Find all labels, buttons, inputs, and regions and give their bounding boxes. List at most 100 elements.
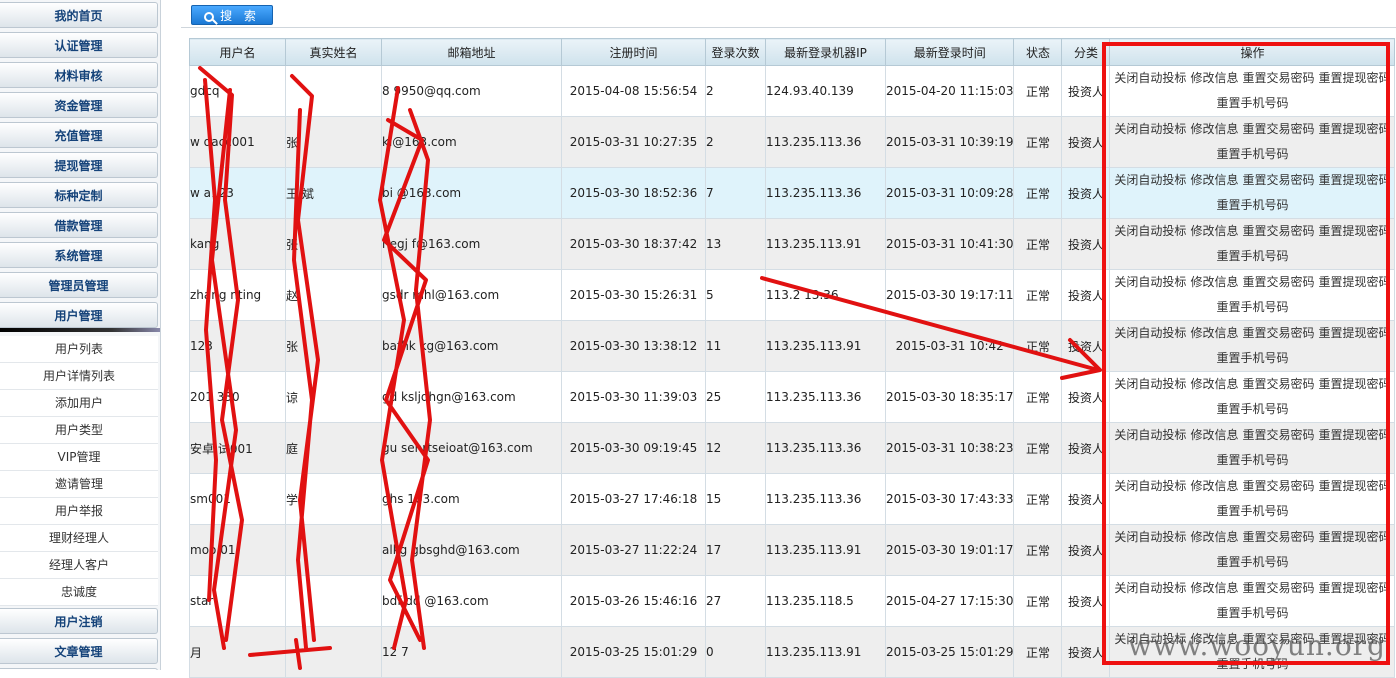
operation-link[interactable]: 修改信息 — [1190, 326, 1238, 340]
sidebar-menu-item[interactable]: 文章管理 — [0, 638, 158, 664]
operation-link[interactable]: 关闭自动投标 — [1114, 326, 1186, 340]
operation-link[interactable]: 关闭自动投标 — [1114, 122, 1186, 136]
operation-link[interactable]: 重置手机号码 — [1216, 147, 1288, 161]
operation-link[interactable]: 重置手机号码 — [1216, 249, 1288, 263]
table-row[interactable]: w dacc001 张 kl@163.com 2015-03-31 10:27:35… — [189, 116, 1396, 168]
operation-link[interactable]: 重置提现密码 — [1318, 71, 1390, 85]
sidebar-menu-item[interactable]: 材料审核 — [0, 62, 158, 88]
cell-last-login-time: 2015-04-27 17:15:30 — [884, 575, 1015, 627]
operation-link[interactable]: 修改信息 — [1190, 122, 1238, 136]
operation-link[interactable]: 修改信息 — [1190, 530, 1238, 544]
operation-link[interactable]: 重置交易密码 — [1242, 428, 1314, 442]
operation-link[interactable]: 重置交易密码 — [1242, 326, 1314, 340]
sidebar-submenu-item[interactable]: 经理人客户 — [0, 552, 158, 579]
sidebar-menu-item[interactable]: 标种定制 — [0, 182, 158, 208]
cell-email: alkg gbsghd@163.com — [381, 524, 562, 576]
operation-link[interactable]: 重置交易密码 — [1242, 224, 1314, 238]
operation-link[interactable]: 重置交易密码 — [1242, 173, 1314, 187]
sidebar-menu-item[interactable]: 用户管理 — [0, 302, 158, 328]
operation-link[interactable]: 关闭自动投标 — [1114, 479, 1186, 493]
operation-link[interactable]: 重置手机号码 — [1216, 453, 1288, 467]
sidebar-submenu-item[interactable]: 邀请管理 — [0, 471, 158, 498]
search-button[interactable]: 搜 索 — [191, 5, 273, 25]
sidebar-menu-item[interactable]: 系统管理 — [0, 242, 158, 268]
operation-link[interactable]: 重置提现密码 — [1318, 122, 1390, 136]
table-row[interactable]: gdcq 8 9950@qq.com 2015-04-08 15:56:54 2 124… — [189, 65, 1396, 117]
operation-link[interactable]: 重置提现密码 — [1318, 479, 1390, 493]
sidebar-submenu-item[interactable]: 用户举报 — [0, 498, 158, 525]
operation-link[interactable]: 重置交易密码 — [1242, 71, 1314, 85]
sidebar-submenu-item[interactable]: VIP管理 — [0, 444, 158, 471]
table-row[interactable]: 123 张 bafhk kg@163.com 2015-03-30 13:38:12 1… — [189, 320, 1396, 372]
sidebar-submenu-item[interactable]: 忠诚度 — [0, 579, 158, 606]
operation-link[interactable]: 修改信息 — [1190, 71, 1238, 85]
operation-link[interactable]: 修改信息 — [1190, 275, 1238, 289]
operation-link[interactable]: 重置手机号码 — [1216, 555, 1288, 569]
operation-link[interactable]: 修改信息 — [1190, 224, 1238, 238]
sidebar-menu-item[interactable]: 我的首页 — [0, 2, 158, 28]
cell-last-login-ip: 113.235.113.36 — [765, 422, 886, 474]
table-row[interactable]: zhang nting 赵 gsdr mhl@163.com 2015-03-30 1… — [189, 269, 1396, 321]
operation-link[interactable]: 重置手机号码 — [1216, 402, 1288, 416]
operation-link[interactable]: 关闭自动投标 — [1114, 224, 1186, 238]
sidebar-menu-item[interactable]: 管理员管理 — [0, 272, 158, 298]
sidebar-submenu-item[interactable]: 用户列表 — [0, 336, 158, 363]
operation-link[interactable]: 重置交易密码 — [1242, 122, 1314, 136]
operation-link[interactable]: 重置交易密码 — [1242, 581, 1314, 595]
operation-link[interactable]: 修改信息 — [1190, 173, 1238, 187]
operation-link[interactable]: 关闭自动投标 — [1114, 173, 1186, 187]
operation-link[interactable]: 重置交易密码 — [1242, 479, 1314, 493]
cell-realname: 谅 — [285, 371, 382, 423]
operation-link[interactable]: 修改信息 — [1190, 581, 1238, 595]
sidebar-menu-item[interactable]: 充值管理 — [0, 122, 158, 148]
operation-link[interactable]: 重置提现密码 — [1318, 224, 1390, 238]
operation-link[interactable]: 重置提现密码 — [1318, 173, 1390, 187]
operation-link[interactable]: 重置提现密码 — [1318, 326, 1390, 340]
table-row[interactable]: sm001 学 ghs 163.com 2015-03-27 17:46:18 15 11… — [189, 473, 1396, 525]
table-row[interactable]: moo 01 alkg gbsghd@163.com 2015-03-27 11:2… — [189, 524, 1396, 576]
table-row[interactable]: w a123 王 斌 bi @163.com 2015-03-30 18:52:36 7… — [189, 167, 1396, 219]
cell-login-count: 17 — [705, 524, 766, 576]
operation-link[interactable]: 重置提现密码 — [1318, 581, 1390, 595]
operation-link[interactable]: 关闭自动投标 — [1114, 530, 1186, 544]
cell-status: 正常 — [1013, 524, 1063, 576]
operation-link[interactable]: 修改信息 — [1190, 377, 1238, 391]
sidebar-menu-item[interactable]: 借款管理 — [0, 212, 158, 238]
operation-link[interactable]: 重置手机号码 — [1216, 96, 1288, 110]
sidebar-menu-item[interactable]: 用户注销 — [0, 608, 158, 634]
operation-link[interactable]: 关闭自动投标 — [1114, 275, 1186, 289]
operation-link[interactable]: 重置提现密码 — [1318, 377, 1390, 391]
table-row[interactable]: 安卓 试001 庭 gu sehrtseioat@163.com 2015-03-30… — [189, 422, 1396, 474]
operation-link[interactable]: 重置手机号码 — [1216, 300, 1288, 314]
table-row[interactable]: kang 张 negj f@163.com 2015-03-30 18:37:42 13… — [189, 218, 1396, 270]
operation-link[interactable]: 重置手机号码 — [1216, 198, 1288, 212]
cell-operations: 关闭自动投标 修改信息 重置交易密码 重置提现密码重置手机号码 — [1109, 524, 1396, 576]
table-row[interactable]: star bdf dd @163.com 2015-03-26 15:46:16 27… — [189, 575, 1396, 627]
cell-email: gu sehrtseioat@163.com — [381, 422, 562, 474]
sidebar-submenu-item[interactable]: 用户详情列表 — [0, 363, 158, 390]
operation-link[interactable]: 重置手机号码 — [1216, 606, 1288, 620]
sidebar-menu-item[interactable]: 认证管理 — [0, 32, 158, 58]
operation-link[interactable]: 关闭自动投标 — [1114, 428, 1186, 442]
operation-link[interactable]: 修改信息 — [1190, 428, 1238, 442]
operation-link[interactable]: 重置提现密码 — [1318, 428, 1390, 442]
sidebar-menu-item[interactable]: 资金管理 — [0, 92, 158, 118]
operation-link[interactable]: 重置手机号码 — [1216, 504, 1288, 518]
operation-link[interactable]: 关闭自动投标 — [1114, 71, 1186, 85]
sidebar-menu-item[interactable]: 提现管理 — [0, 152, 158, 178]
operation-link[interactable]: 重置提现密码 — [1318, 530, 1390, 544]
operation-link[interactable]: 重置手机号码 — [1216, 351, 1288, 365]
operation-link[interactable]: 修改信息 — [1190, 479, 1238, 493]
cell-email: gd ksljdhgn@163.com — [381, 371, 562, 423]
operation-link[interactable]: 重置提现密码 — [1318, 275, 1390, 289]
operation-link[interactable]: 重置交易密码 — [1242, 377, 1314, 391]
operation-link[interactable]: 关闭自动投标 — [1114, 377, 1186, 391]
cell-username: sm001 — [189, 473, 286, 525]
sidebar-submenu-item[interactable]: 理财经理人 — [0, 525, 158, 552]
table-row[interactable]: 201 330 谅 gd ksljdhgn@163.com 2015-03-30 11… — [189, 371, 1396, 423]
operation-link[interactable]: 重置交易密码 — [1242, 275, 1314, 289]
operation-link[interactable]: 关闭自动投标 — [1114, 581, 1186, 595]
sidebar-submenu-item[interactable]: 添加用户 — [0, 390, 158, 417]
operation-link[interactable]: 重置交易密码 — [1242, 530, 1314, 544]
sidebar-submenu-item[interactable]: 用户类型 — [0, 417, 158, 444]
